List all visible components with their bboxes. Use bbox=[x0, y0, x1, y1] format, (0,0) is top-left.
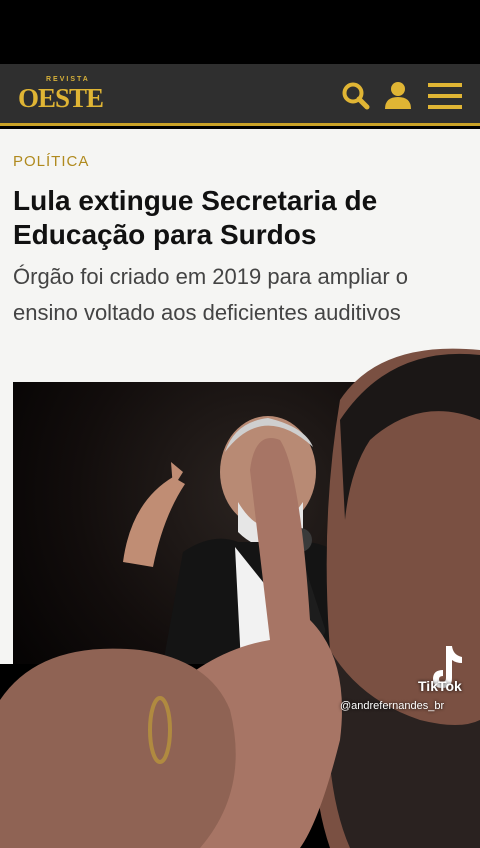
search-icon[interactable] bbox=[338, 78, 374, 114]
speaker-photo-illustration bbox=[123, 416, 393, 664]
site-logo[interactable]: REVISTA OESTE bbox=[18, 76, 118, 116]
tiktok-watermark-label: TikTok bbox=[418, 678, 462, 694]
article-photo bbox=[13, 382, 413, 664]
tiktok-watermark-handle: @andrefernandes_br bbox=[340, 700, 445, 712]
logo-main-text: OESTE bbox=[18, 83, 104, 113]
logo-small-text: REVISTA bbox=[46, 76, 90, 83]
site-header: REVISTA OESTE bbox=[0, 64, 480, 126]
article-subhead: Órgão foi criado em 2019 para ampliar o … bbox=[13, 264, 408, 325]
menu-icon[interactable] bbox=[426, 78, 462, 114]
article-category[interactable]: POLÍTICA bbox=[13, 153, 89, 170]
video-top-bar bbox=[0, 0, 480, 64]
user-icon[interactable] bbox=[380, 78, 416, 114]
article-headline[interactable]: Lula extingue Secretaria de Educação par… bbox=[13, 184, 468, 252]
